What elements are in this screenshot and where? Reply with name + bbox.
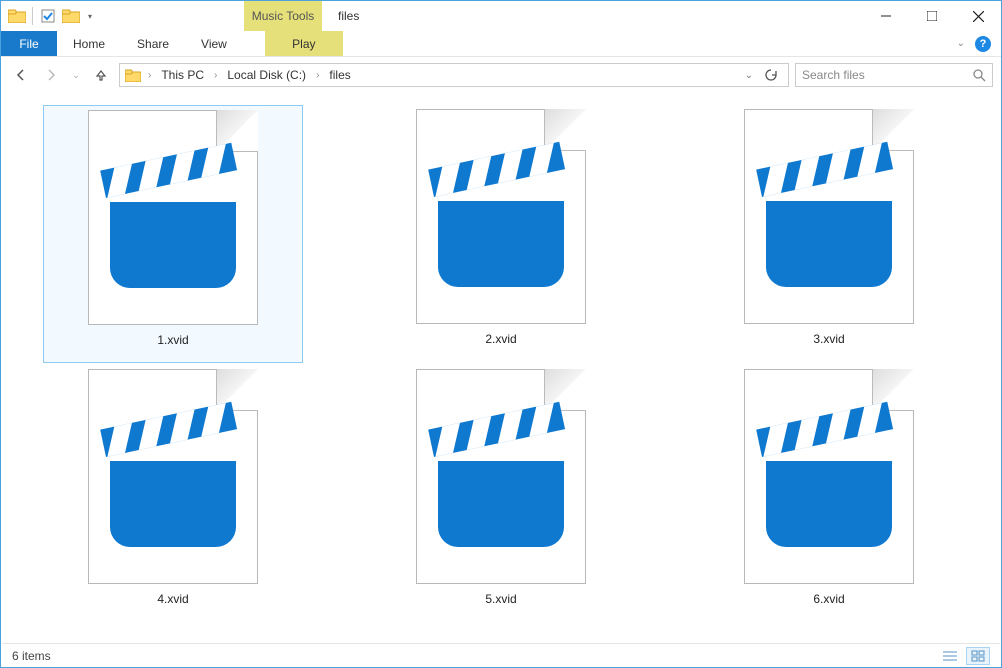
file-item[interactable]: 6.xvid — [699, 365, 959, 623]
file-name: 2.xvid — [485, 332, 516, 346]
details-view-button[interactable] — [938, 647, 962, 665]
nav-recent-dropdown[interactable]: ⌄ — [69, 63, 83, 87]
ribbon-tabs: File Home Share View Play ⌄ ? — [1, 31, 1001, 57]
tab-share[interactable]: Share — [121, 31, 185, 56]
folder-icon[interactable] — [7, 6, 27, 26]
nav-up-button[interactable] — [89, 63, 113, 87]
title-bar: ▾ Music Tools files — [1, 1, 1001, 31]
tab-home[interactable]: Home — [57, 31, 121, 56]
help-icon[interactable]: ? — [975, 36, 991, 52]
window-controls — [863, 1, 1001, 31]
tab-play[interactable]: Play — [265, 31, 343, 56]
search-placeholder: Search files — [802, 68, 973, 82]
tab-file[interactable]: File — [1, 31, 57, 56]
video-file-icon — [416, 109, 586, 324]
file-item[interactable]: 3.xvid — [699, 105, 959, 363]
breadcrumb-seg-thispc[interactable]: This PC — [157, 68, 208, 82]
context-tab-label: Music Tools — [244, 1, 322, 31]
folder-icon — [124, 66, 142, 84]
breadcrumb[interactable]: › This PC › Local Disk (C:) › files ⌄ — [119, 63, 789, 87]
refresh-icon[interactable] — [759, 69, 784, 82]
file-item[interactable]: 2.xvid — [371, 105, 631, 363]
file-name: 6.xvid — [813, 592, 844, 606]
video-file-icon — [744, 109, 914, 324]
status-bar: 6 items — [2, 643, 1000, 667]
tab-view[interactable]: View — [185, 31, 243, 56]
folder-small-icon[interactable] — [61, 6, 81, 26]
ribbon-collapse-icon[interactable]: ⌄ — [957, 38, 965, 49]
chevron-right-icon[interactable]: › — [312, 70, 323, 81]
qat-dropdown-icon[interactable]: ▾ — [84, 6, 96, 26]
minimize-button[interactable] — [863, 1, 909, 31]
video-file-icon — [744, 369, 914, 584]
maximize-button[interactable] — [909, 1, 955, 31]
nav-forward-button[interactable] — [39, 63, 63, 87]
chevron-right-icon[interactable]: › — [144, 70, 155, 81]
close-button[interactable] — [955, 1, 1001, 31]
search-input[interactable]: Search files — [795, 63, 993, 87]
nav-back-button[interactable] — [9, 63, 33, 87]
window-title: files — [338, 9, 359, 23]
quick-access-toolbar: ▾ — [1, 6, 102, 26]
chevron-right-icon[interactable]: › — [210, 70, 221, 81]
video-file-icon — [88, 369, 258, 584]
breadcrumb-dropdown-icon[interactable]: ⌄ — [741, 70, 757, 81]
breadcrumb-seg-drive[interactable]: Local Disk (C:) — [223, 68, 310, 82]
file-item[interactable]: 4.xvid — [43, 365, 303, 623]
file-name: 1.xvid — [157, 333, 188, 347]
separator — [32, 7, 33, 25]
file-item[interactable]: 5.xvid — [371, 365, 631, 623]
file-name: 5.xvid — [485, 592, 516, 606]
video-file-icon — [88, 110, 258, 325]
video-file-icon — [416, 369, 586, 584]
item-count: 6 items — [12, 649, 51, 663]
search-icon — [973, 69, 986, 82]
navigation-row: ⌄ › This PC › Local Disk (C:) › files ⌄ … — [1, 57, 1001, 93]
file-name: 3.xvid — [813, 332, 844, 346]
file-item[interactable]: 1.xvid — [43, 105, 303, 363]
file-grid: 1.xvid 2.xvid 3.xvid 4.xvid 5.xvid — [1, 93, 1001, 643]
breadcrumb-seg-folder[interactable]: files — [325, 68, 354, 82]
file-name: 4.xvid — [157, 592, 188, 606]
properties-icon[interactable] — [38, 6, 58, 26]
thumbnails-view-button[interactable] — [966, 647, 990, 665]
